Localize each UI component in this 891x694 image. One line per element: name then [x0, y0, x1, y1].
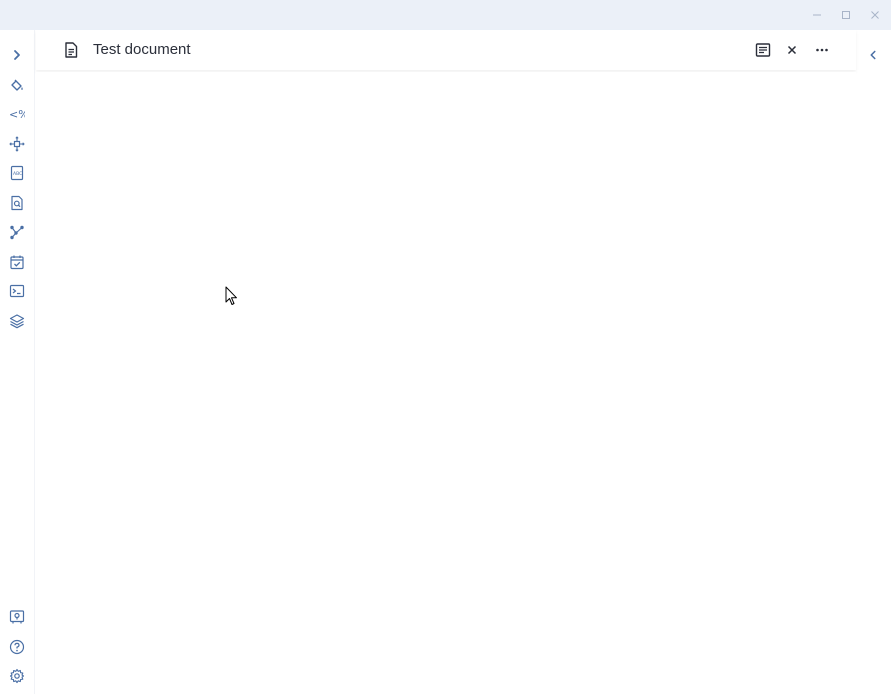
template-button[interactable]: <%: [7, 104, 27, 124]
expand-sidebar-button[interactable]: [7, 45, 27, 65]
abc-icon: ABC: [10, 165, 24, 181]
chevron-left-icon: [870, 50, 876, 60]
more-horizontal-icon: [816, 48, 828, 52]
paint-bucket-icon: [11, 79, 23, 91]
layers-button[interactable]: [7, 311, 27, 331]
editor-area[interactable]: [36, 72, 856, 694]
maximize-icon: [842, 11, 850, 19]
document-search-icon: [11, 195, 23, 211]
search-document-button[interactable]: [7, 193, 27, 213]
close-tab-button[interactable]: [782, 40, 802, 60]
template-tag-icon: <%: [9, 108, 25, 121]
vault-button[interactable]: [7, 607, 27, 627]
settings-button[interactable]: [7, 666, 27, 686]
svg-text:ABC: ABC: [13, 171, 22, 177]
title-bar: [0, 0, 891, 30]
help-button[interactable]: [7, 637, 27, 657]
right-sidebar-toggle[interactable]: [864, 46, 882, 64]
gear-icon: [9, 668, 25, 684]
style-button[interactable]: [7, 75, 27, 95]
view-header: Test document: [36, 30, 856, 70]
layers-icon: [9, 314, 25, 329]
window-close-button[interactable]: [866, 6, 884, 24]
spellcheck-button[interactable]: ABC: [7, 163, 27, 183]
tasks-button[interactable]: [7, 252, 27, 272]
move-icon: [9, 136, 25, 152]
minimize-button[interactable]: [808, 6, 826, 24]
more-options-button[interactable]: [812, 40, 832, 60]
close-icon: [871, 11, 879, 19]
vault-icon: [9, 610, 25, 624]
reading-view-button[interactable]: [753, 40, 773, 60]
move-button[interactable]: [7, 134, 27, 154]
graph-icon: [10, 225, 24, 240]
close-icon: [787, 45, 797, 55]
document-title[interactable]: Test document: [93, 41, 191, 59]
svg-text:<%: <%: [9, 108, 25, 121]
chevron-right-icon: [14, 50, 20, 60]
left-ribbon: <% ABC: [0, 30, 35, 694]
terminal-icon: [9, 284, 25, 298]
maximize-button[interactable]: [837, 6, 855, 24]
document-icon: [65, 42, 78, 58]
mouse-cursor-icon: [225, 286, 237, 305]
help-icon: [9, 639, 25, 655]
reading-view-icon: [755, 43, 771, 57]
terminal-button[interactable]: [7, 281, 27, 301]
graph-button[interactable]: [7, 222, 27, 242]
calendar-check-icon: [10, 255, 24, 270]
minimize-icon: [813, 14, 821, 16]
